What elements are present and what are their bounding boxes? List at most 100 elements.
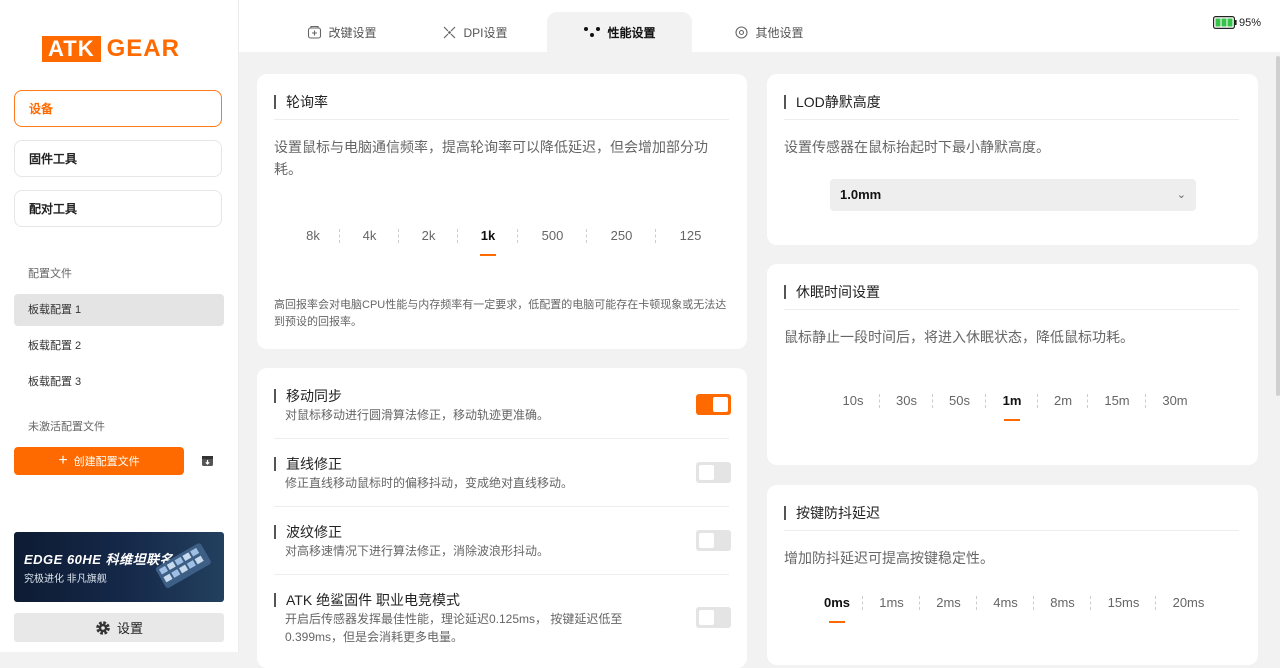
atk-gear-logo: ATK GEAR <box>42 35 180 62</box>
polling-option-125[interactable]: 125 <box>657 228 724 243</box>
polling-rate-options: 8k 4k 2k 1k 500 250 125 <box>287 228 724 243</box>
promo-banner[interactable]: EDGE 60HE 科维坦联名 究极进化 非凡旗舰 <box>14 532 224 602</box>
polling-rate-title: 轮询率 <box>274 95 328 109</box>
keymap-icon <box>308 25 322 39</box>
sidebar: ATK GEAR 设备 固件工具 配对工具 配置文件 板载配置 1 板载配置 2… <box>0 0 239 652</box>
dpi-icon <box>444 26 456 38</box>
keyboard-image <box>155 543 211 588</box>
debounce-title: 按键防抖延迟 <box>784 506 880 520</box>
tab-dpi-label: DPI设置 <box>463 25 508 40</box>
tab-dpi[interactable]: DPI设置 <box>420 12 530 52</box>
settings-button[interactable]: 设置 <box>14 613 224 642</box>
debounce-option-15ms[interactable]: 15ms <box>1092 595 1155 610</box>
debounce-option-8ms[interactable]: 8ms <box>1035 595 1090 610</box>
battery-icon <box>1212 16 1237 29</box>
ripple-control-desc: 对高移速情况下进行算法修正，消除波浪形抖动。 <box>285 544 550 558</box>
polling-option-8k[interactable]: 8k <box>287 228 339 243</box>
sleep-time-options: 10s 30s 50s 1m 2m 15m 30m <box>827 393 1203 408</box>
polling-option-1k[interactable]: 1k <box>459 228 517 243</box>
tab-performance[interactable]: 性能设置 <box>547 12 692 52</box>
top-bar: 改键设置 DPI设置 性能设置 其他设置 95% <box>239 0 1280 52</box>
polling-option-2k[interactable]: 2k <box>400 228 457 243</box>
banner-headline: EDGE 60HE 科维坦联名 <box>24 552 174 567</box>
polling-rate-card: 轮询率 设置鼠标与电脑通信频率，提高轮询率可以降低延迟，但会增加部分功耗。 8k… <box>257 74 747 349</box>
angle-snapping-title: 直线修正 <box>274 457 342 471</box>
battery-percent: 95% <box>1238 16 1261 29</box>
sleep-option-30s[interactable]: 30s <box>881 393 932 408</box>
ripple-control-toggle[interactable] <box>696 530 731 551</box>
settings-label: 设置 <box>116 621 143 636</box>
tab-performance-label: 性能设置 <box>607 25 656 40</box>
main-scrollbar[interactable] <box>1276 56 1280 396</box>
motion-settings-card: 移动同步 对鼠标移动进行圆滑算法修正，移动轨迹更准确。 直线修正 修正直线移动鼠… <box>257 368 747 668</box>
motion-sync-toggle[interactable] <box>696 394 731 415</box>
create-profile-button[interactable]: + 创建配置文件 <box>14 447 184 475</box>
profile-item-3[interactable]: 板载配置 3 <box>14 366 224 398</box>
lod-selected-value: 1.0mm <box>840 187 882 202</box>
tab-other-label: 其他设置 <box>755 25 804 40</box>
divider <box>274 506 729 507</box>
debounce-option-1ms[interactable]: 1ms <box>864 595 919 610</box>
angle-snapping-toggle[interactable] <box>696 462 731 483</box>
ripple-control-title: 波纹修正 <box>274 525 342 539</box>
import-profile-icon[interactable] <box>201 454 214 467</box>
sleep-time-desc: 鼠标静止一段时间后，将进入休眠状态，降低鼠标功耗。 <box>784 329 1134 345</box>
sleep-option-1m[interactable]: 1m <box>987 393 1037 408</box>
nav-device-button[interactable]: 设备 <box>14 90 222 127</box>
divider <box>274 119 729 120</box>
create-profile-label: 创建配置文件 <box>73 456 140 468</box>
profile-item-1[interactable]: 板载配置 1 <box>14 294 224 326</box>
polling-rate-desc: 设置鼠标与电脑通信频率，提高轮询率可以降低延迟，但会增加部分功耗。 <box>274 139 708 177</box>
debounce-option-20ms[interactable]: 20ms <box>1157 595 1220 610</box>
chevron-down-icon: ⌄ <box>1176 189 1186 201</box>
divider <box>784 309 1239 310</box>
motion-sync-title: 移动同步 <box>274 389 342 403</box>
polling-option-500[interactable]: 500 <box>519 228 586 243</box>
divider <box>784 530 1239 531</box>
gear-icon <box>96 620 110 635</box>
debounce-options: 0ms 1ms 2ms 4ms 8ms 15ms 20ms <box>812 595 1220 610</box>
logo-gear: GEAR <box>106 35 180 62</box>
lod-card: LOD静默高度 设置传感器在鼠标抬起时下最小静默高度。 1.0mm ⌄ <box>767 74 1258 245</box>
gear-icon <box>735 25 749 39</box>
esports-mode-title: ATK 绝鲨固件 职业电竞模式 <box>274 593 460 607</box>
lod-select[interactable]: 1.0mm ⌄ <box>830 179 1196 211</box>
logo-atk: ATK <box>42 36 101 62</box>
debounce-desc: 增加防抖延迟可提高按键稳定性。 <box>784 550 994 566</box>
sleep-option-10s[interactable]: 10s <box>827 393 879 408</box>
divider <box>784 119 1239 120</box>
sleep-option-30m[interactable]: 30m <box>1147 393 1203 408</box>
lod-title: LOD静默高度 <box>784 95 881 109</box>
battery-indicator: 95% <box>1212 16 1261 29</box>
sleep-option-50s[interactable]: 50s <box>934 393 985 408</box>
tab-keymap-label: 改键设置 <box>328 25 377 40</box>
profile-item-2[interactable]: 板载配置 2 <box>14 330 224 362</box>
debounce-card: 按键防抖延迟 增加防抖延迟可提高按键稳定性。 0ms 1ms 2ms 4ms 8… <box>767 485 1258 665</box>
tab-other[interactable]: 其他设置 <box>719 12 819 52</box>
debounce-option-0ms[interactable]: 0ms <box>812 595 862 610</box>
angle-snapping-desc: 修正直线移动鼠标时的偏移抖动，变成绝对直线移动。 <box>285 476 574 490</box>
polling-option-4k[interactable]: 4k <box>341 228 398 243</box>
polling-option-250[interactable]: 250 <box>588 228 655 243</box>
nav-pairing-tool-button[interactable]: 配对工具 <box>14 190 222 227</box>
sleep-time-title: 休眠时间设置 <box>784 285 880 299</box>
motion-sync-desc: 对鼠标移动进行圆滑算法修正，移动轨迹更准确。 <box>285 408 550 422</box>
debounce-option-4ms[interactable]: 4ms <box>978 595 1033 610</box>
lod-desc: 设置传感器在鼠标抬起时下最小静默高度。 <box>784 139 1050 155</box>
nav-firmware-tool-button[interactable]: 固件工具 <box>14 140 222 177</box>
esports-mode-desc-line2: 0.399ms，但是会消耗更多电量。 <box>285 630 464 644</box>
esports-mode-toggle[interactable] <box>696 607 731 628</box>
plus-icon: + <box>58 452 68 469</box>
divider <box>274 574 729 575</box>
sleep-option-2m[interactable]: 2m <box>1039 393 1087 408</box>
tab-keymap[interactable]: 改键设置 <box>282 12 402 52</box>
profiles-header: 配置文件 <box>28 268 72 280</box>
inactive-profiles-header: 未激活配置文件 <box>28 421 105 433</box>
banner-subline: 究极进化 非凡旗舰 <box>24 574 107 585</box>
debounce-option-2ms[interactable]: 2ms <box>921 595 976 610</box>
sleep-option-15m[interactable]: 15m <box>1089 393 1145 408</box>
sleep-time-card: 休眠时间设置 鼠标静止一段时间后，将进入休眠状态，降低鼠标功耗。 10s 30s… <box>767 264 1258 465</box>
polling-rate-note: 高回报率会对电脑CPU性能与内存频率有一定要求，低配置的电脑可能存在卡顿现象或无… <box>274 299 727 328</box>
esports-mode-desc-line1: 开启后传感器发挥最佳性能，理论延迟0.125ms， 按键延迟低至 <box>285 612 623 626</box>
performance-icon <box>584 27 601 37</box>
